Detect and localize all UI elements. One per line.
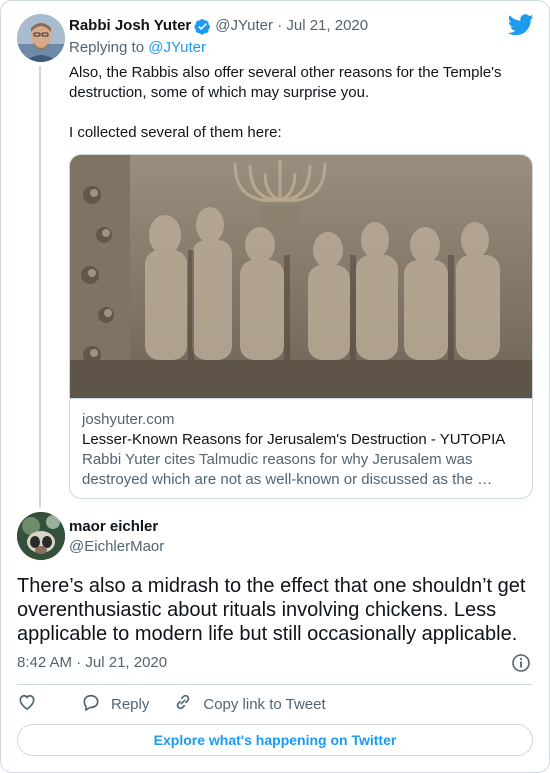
tweet-timestamp[interactable]: 8:42 AM · Jul 21, 2020 (17, 653, 167, 673)
like-button[interactable] (17, 692, 47, 716)
link-preview-card[interactable]: joshyuter.com Lesser-Known Reasons for J… (69, 154, 533, 499)
reply-label: Reply (111, 695, 150, 713)
card-image (70, 155, 532, 398)
tweet-date[interactable]: Jul 21, 2020 (286, 16, 368, 36)
card-title[interactable]: Lesser-Known Reasons for Jerusalem's Des… (82, 430, 522, 450)
explore-twitter-button[interactable]: Explore what's happening on Twitter (17, 724, 533, 756)
tweet-time: 8:42 AM (17, 654, 73, 671)
reply-bubble-icon (81, 692, 111, 716)
author-avatar[interactable] (17, 14, 65, 62)
replying-to-line: Replying to @JYuter (69, 38, 206, 58)
parent-tweet-header: Rabbi Josh Yuter @JYuter · Jul 21, 2020 (69, 16, 368, 36)
tweet-actions: Reply Copy link to Tweet (17, 692, 350, 716)
replying-prefix: Replying to (69, 39, 149, 56)
author-name[interactable]: Rabbi Josh Yuter (69, 16, 191, 36)
author-avatar[interactable] (17, 512, 65, 560)
parent-tweet-text: Also, the Rabbis also offer several othe… (69, 63, 529, 143)
link-icon (173, 692, 203, 716)
twitter-bird-icon[interactable] (507, 14, 534, 36)
card-body: joshyuter.com Lesser-Known Reasons for J… (70, 398, 532, 490)
replying-to-link[interactable]: @JYuter (148, 39, 206, 56)
reply-button[interactable]: Reply (81, 692, 149, 716)
verified-badge-icon (194, 18, 211, 35)
thread-connector-line (39, 66, 41, 508)
parent-tweet-paragraph: Also, the Rabbis also offer several othe… (69, 64, 502, 101)
header-separator: · (273, 17, 287, 34)
info-icon[interactable] (511, 653, 531, 673)
author-name[interactable]: maor eichler (69, 517, 158, 537)
card-description: Rabbi Yuter cites Talmudic reasons for w… (82, 451, 493, 488)
main-tweet-text: There’s also a midrash to the effect tha… (17, 575, 526, 645)
copy-link-button[interactable]: Copy link to Tweet (173, 692, 326, 716)
card-domain: joshyuter.com (82, 411, 175, 428)
copy-link-label: Copy link to Tweet (203, 695, 326, 713)
meta-separator: · (72, 654, 86, 671)
heart-icon (17, 692, 47, 716)
author-handle[interactable]: @EichlerMaor (69, 537, 164, 557)
tweet-date: Jul 21, 2020 (85, 654, 168, 671)
author-handle[interactable]: @JYuter (215, 16, 273, 36)
divider (17, 684, 533, 685)
parent-tweet-paragraph: I collected several of them here: (69, 124, 282, 141)
